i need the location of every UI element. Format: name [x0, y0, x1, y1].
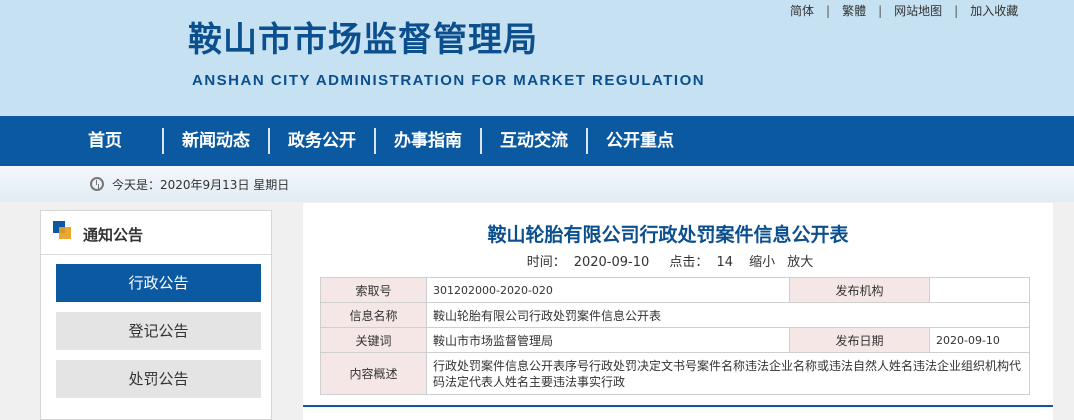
- today-date: 今天是：2020年9月13日 星期日: [112, 178, 290, 192]
- table-row: 索取号 301202000-2020-020 发布机构: [320, 277, 1030, 303]
- nav-item-news[interactable]: 新闻动态: [164, 116, 268, 166]
- zoom-in-button[interactable]: 放大: [787, 255, 813, 270]
- sidebar-header: 通知公告: [41, 211, 271, 255]
- sidebar-title: 通知公告: [83, 226, 144, 244]
- publisher-label: 发布机构: [789, 277, 930, 303]
- keyword-value: 鞍山市市场监督管理局: [426, 327, 790, 353]
- nav-item-key-disclosure[interactable]: 公开重点: [588, 116, 692, 166]
- article-title: 鞍山轮胎有限公司行政处罚案件信息公开表: [487, 224, 849, 246]
- table-row: 内容概述 行政处罚案件信息公开表序号行政处罚决定文书号案件名称违法企业名称或违法…: [320, 352, 1030, 395]
- nav-item-interaction[interactable]: 互动交流: [482, 116, 586, 166]
- clicks-label: 点击： 14: [669, 255, 733, 270]
- summary-value: 行政处罚案件信息公开表序号行政处罚决定文书号案件名称违法企业名称或违法自然人姓名…: [426, 352, 1030, 395]
- publish-time: 2020-09-10: [573, 255, 650, 270]
- article-meta: 时间： 2020-09-10 点击： 14 缩小 放大: [303, 251, 1033, 270]
- clock-icon: [90, 177, 104, 191]
- article-bottom-border: [303, 405, 1053, 407]
- date-value: 2020-09-10: [929, 327, 1030, 353]
- keyword-label: 关键词: [320, 327, 427, 353]
- table-row: 关键词 鞍山市市场监督管理局 发布日期 2020-09-10: [320, 327, 1030, 353]
- publisher-value: [929, 277, 1030, 303]
- nav-item-home[interactable]: 首页: [60, 116, 162, 166]
- date-label: 发布日期: [789, 327, 930, 353]
- top-links: 简体 | 繁體 | 网站地图 | 加入收藏: [778, 2, 1030, 19]
- index-label: 索取号: [320, 277, 427, 303]
- zoom-out-button[interactable]: 缩小: [749, 255, 775, 270]
- click-count: 14: [716, 255, 733, 270]
- sidebar-item-admin-notice[interactable]: 行政公告: [56, 264, 261, 302]
- site-header: 鞍山市市场监督管理局 ANSHAN CITY ADMINISTRATION FO…: [0, 0, 1074, 116]
- summary-label: 内容概述: [320, 352, 427, 395]
- table-row: 信息名称 鞍山轮胎有限公司行政处罚案件信息公开表: [320, 302, 1030, 328]
- site-title: 鞍山市市场监督管理局: [188, 20, 538, 60]
- time-label: 时间： 2020-09-10: [526, 255, 650, 270]
- link-sitemap[interactable]: 网站地图: [882, 2, 954, 19]
- link-traditional[interactable]: 繁體: [830, 2, 878, 19]
- link-add-favorite[interactable]: 加入收藏: [958, 2, 1030, 19]
- sidebar-item-penalty-notice[interactable]: 处罚公告: [56, 360, 261, 398]
- index-value: 301202000-2020-020: [426, 277, 790, 303]
- info-table: 索取号 301202000-2020-020 发布机构 信息名称 鞍山轮胎有限公…: [320, 277, 1030, 395]
- notice-icon: [53, 221, 71, 239]
- name-value: 鞍山轮胎有限公司行政处罚案件信息公开表: [426, 302, 1030, 328]
- nav-item-gov-affairs[interactable]: 政务公开: [270, 116, 374, 166]
- link-simplified[interactable]: 简体: [778, 2, 826, 19]
- date-bar: 今天是：2020年9月13日 星期日: [0, 166, 1074, 202]
- main-nav: 首页 新闻动态 政务公开 办事指南 互动交流 公开重点: [0, 116, 1074, 166]
- nav-item-guide[interactable]: 办事指南: [376, 116, 480, 166]
- site-title-en: ANSHAN CITY ADMINISTRATION FOR MARKET RE…: [192, 72, 706, 89]
- sidebar: 通知公告 行政公告 登记公告 处罚公告: [40, 210, 272, 420]
- sidebar-item-registration-notice[interactable]: 登记公告: [56, 312, 261, 350]
- article-panel: 鞍山轮胎有限公司行政处罚案件信息公开表 时间： 2020-09-10 点击： 14 …: [303, 203, 1053, 420]
- name-label: 信息名称: [320, 302, 427, 328]
